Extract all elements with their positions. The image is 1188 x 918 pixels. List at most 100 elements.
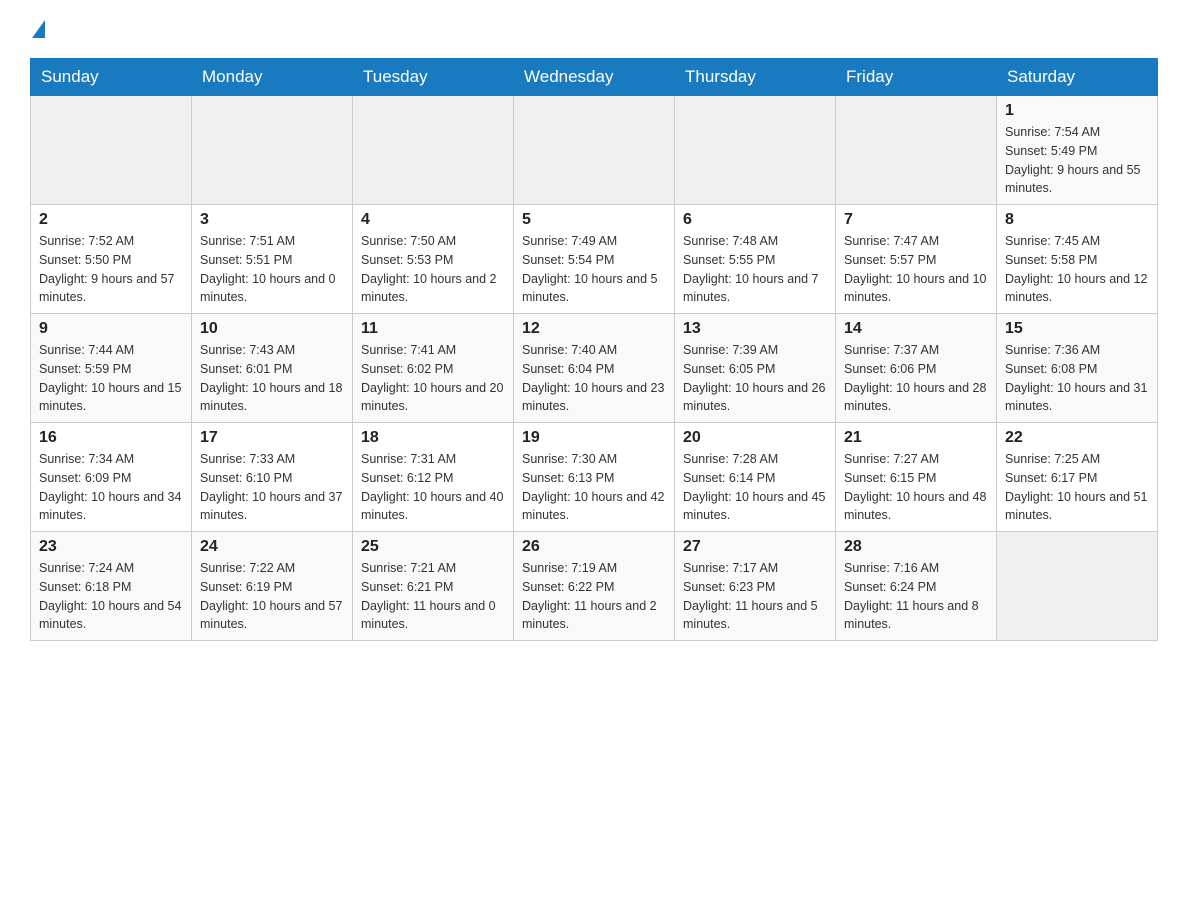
day-info: Sunrise: 7:21 AM Sunset: 6:21 PM Dayligh… xyxy=(361,559,505,634)
day-number: 24 xyxy=(200,538,344,556)
calendar-cell: 17 Sunrise: 7:33 AM Sunset: 6:10 PM Dayli… xyxy=(192,423,353,532)
page-header xyxy=(30,20,1158,38)
day-info: Sunrise: 7:40 AM Sunset: 6:04 PM Dayligh… xyxy=(522,341,666,416)
calendar-cell: 14 Sunrise: 7:37 AM Sunset: 6:06 PM Dayli… xyxy=(836,314,997,423)
day-info: Sunrise: 7:41 AM Sunset: 6:02 PM Dayligh… xyxy=(361,341,505,416)
logo xyxy=(30,20,45,38)
calendar-week-3: 9 Sunrise: 7:44 AM Sunset: 5:59 PM Daylig… xyxy=(31,314,1158,423)
day-number: 28 xyxy=(844,538,988,556)
day-number: 26 xyxy=(522,538,666,556)
day-info: Sunrise: 7:25 AM Sunset: 6:17 PM Dayligh… xyxy=(1005,450,1149,525)
day-info: Sunrise: 7:44 AM Sunset: 5:59 PM Dayligh… xyxy=(39,341,183,416)
calendar-cell xyxy=(997,532,1158,641)
day-number: 22 xyxy=(1005,429,1149,447)
day-header-saturday: Saturday xyxy=(997,59,1158,96)
calendar-cell: 11 Sunrise: 7:41 AM Sunset: 6:02 PM Dayli… xyxy=(353,314,514,423)
day-number: 7 xyxy=(844,211,988,229)
day-number: 13 xyxy=(683,320,827,338)
day-info: Sunrise: 7:37 AM Sunset: 6:06 PM Dayligh… xyxy=(844,341,988,416)
calendar-cell: 20Sunrise: 7:28 AM Sunset: 6:14 PM Dayli… xyxy=(675,423,836,532)
day-number: 5 xyxy=(522,211,666,229)
calendar-cell: 23 Sunrise: 7:24 AM Sunset: 6:18 PM Dayli… xyxy=(31,532,192,641)
calendar-cell xyxy=(675,96,836,205)
calendar-cell: 2 Sunrise: 7:52 AM Sunset: 5:50 PM Daylig… xyxy=(31,205,192,314)
day-number: 12 xyxy=(522,320,666,338)
day-number: 3 xyxy=(200,211,344,229)
day-info: Sunrise: 7:22 AM Sunset: 6:19 PM Dayligh… xyxy=(200,559,344,634)
day-number: 4 xyxy=(361,211,505,229)
day-number: 14 xyxy=(844,320,988,338)
calendar-cell: 9 Sunrise: 7:44 AM Sunset: 5:59 PM Daylig… xyxy=(31,314,192,423)
day-header-tuesday: Tuesday xyxy=(353,59,514,96)
day-info: Sunrise: 7:52 AM Sunset: 5:50 PM Dayligh… xyxy=(39,232,183,307)
day-info: Sunrise: 7:33 AM Sunset: 6:10 PM Dayligh… xyxy=(200,450,344,525)
day-info: Sunrise: 7:51 AM Sunset: 5:51 PM Dayligh… xyxy=(200,232,344,307)
calendar-cell: 26 Sunrise: 7:19 AM Sunset: 6:22 PM Dayli… xyxy=(514,532,675,641)
calendar-cell xyxy=(353,96,514,205)
calendar-cell xyxy=(514,96,675,205)
day-info: Sunrise: 7:16 AM Sunset: 6:24 PM Dayligh… xyxy=(844,559,988,634)
calendar-cell xyxy=(836,96,997,205)
day-number: 23 xyxy=(39,538,183,556)
day-info: Sunrise: 7:27 AM Sunset: 6:15 PM Dayligh… xyxy=(844,450,988,525)
day-info: Sunrise: 7:45 AM Sunset: 5:58 PM Dayligh… xyxy=(1005,232,1149,307)
calendar-cell: 7 Sunrise: 7:47 AM Sunset: 5:57 PM Daylig… xyxy=(836,205,997,314)
day-number: 27 xyxy=(683,538,827,556)
day-info: Sunrise: 7:30 AM Sunset: 6:13 PM Dayligh… xyxy=(522,450,666,525)
day-header-monday: Monday xyxy=(192,59,353,96)
calendar-cell: 3 Sunrise: 7:51 AM Sunset: 5:51 PM Daylig… xyxy=(192,205,353,314)
day-info: Sunrise: 7:17 AM Sunset: 6:23 PM Dayligh… xyxy=(683,559,827,634)
day-info: Sunrise: 7:24 AM Sunset: 6:18 PM Dayligh… xyxy=(39,559,183,634)
day-number: 25 xyxy=(361,538,505,556)
calendar-week-5: 23 Sunrise: 7:24 AM Sunset: 6:18 PM Dayli… xyxy=(31,532,1158,641)
day-info: Sunrise: 7:19 AM Sunset: 6:22 PM Dayligh… xyxy=(522,559,666,634)
day-info: Sunrise: 7:31 AM Sunset: 6:12 PM Dayligh… xyxy=(361,450,505,525)
day-number: 16 xyxy=(39,429,183,447)
calendar-week-1: 1 Sunrise: 7:54 AM Sunset: 5:49 PM Daylig… xyxy=(31,96,1158,205)
calendar-cell: 4 Sunrise: 7:50 AM Sunset: 5:53 PM Daylig… xyxy=(353,205,514,314)
calendar-cell: 24 Sunrise: 7:22 AM Sunset: 6:19 PM Dayli… xyxy=(192,532,353,641)
day-number: 15 xyxy=(1005,320,1149,338)
day-info: Sunrise: 7:36 AM Sunset: 6:08 PM Dayligh… xyxy=(1005,341,1149,416)
day-number: 11 xyxy=(361,320,505,338)
calendar-cell: 10 Sunrise: 7:43 AM Sunset: 6:01 PM Dayli… xyxy=(192,314,353,423)
day-number: 17 xyxy=(200,429,344,447)
calendar-week-2: 2 Sunrise: 7:52 AM Sunset: 5:50 PM Daylig… xyxy=(31,205,1158,314)
day-number: 10 xyxy=(200,320,344,338)
calendar-cell: 13 Sunrise: 7:39 AM Sunset: 6:05 PM Dayli… xyxy=(675,314,836,423)
calendar-cell: 15 Sunrise: 7:36 AM Sunset: 6:08 PM Dayli… xyxy=(997,314,1158,423)
day-number: 1 xyxy=(1005,102,1149,120)
day-info: Sunrise: 7:48 AM Sunset: 5:55 PM Dayligh… xyxy=(683,232,827,307)
day-info: Sunrise: 7:34 AM Sunset: 6:09 PM Dayligh… xyxy=(39,450,183,525)
day-info: Sunrise: 7:47 AM Sunset: 5:57 PM Dayligh… xyxy=(844,232,988,307)
day-info: Sunrise: 7:49 AM Sunset: 5:54 PM Dayligh… xyxy=(522,232,666,307)
calendar-cell: 22 Sunrise: 7:25 AM Sunset: 6:17 PM Dayli… xyxy=(997,423,1158,532)
calendar-table: SundayMondayTuesdayWednesdayThursdayFrid… xyxy=(30,58,1158,641)
calendar-cell: 21 Sunrise: 7:27 AM Sunset: 6:15 PM Dayli… xyxy=(836,423,997,532)
day-number: 21 xyxy=(844,429,988,447)
calendar-cell: 19Sunrise: 7:30 AM Sunset: 6:13 PM Dayli… xyxy=(514,423,675,532)
day-info: Sunrise: 7:54 AM Sunset: 5:49 PM Dayligh… xyxy=(1005,123,1149,198)
day-info: Sunrise: 7:39 AM Sunset: 6:05 PM Dayligh… xyxy=(683,341,827,416)
day-number: 9 xyxy=(39,320,183,338)
calendar-cell: 5 Sunrise: 7:49 AM Sunset: 5:54 PM Daylig… xyxy=(514,205,675,314)
calendar-cell: 18 Sunrise: 7:31 AM Sunset: 6:12 PM Dayli… xyxy=(353,423,514,532)
calendar-cell: 27 Sunrise: 7:17 AM Sunset: 6:23 PM Dayli… xyxy=(675,532,836,641)
day-number: 18 xyxy=(361,429,505,447)
day-number: 8 xyxy=(1005,211,1149,229)
day-header-wednesday: Wednesday xyxy=(514,59,675,96)
calendar-cell xyxy=(31,96,192,205)
day-info: Sunrise: 7:43 AM Sunset: 6:01 PM Dayligh… xyxy=(200,341,344,416)
day-header-friday: Friday xyxy=(836,59,997,96)
day-number: 2 xyxy=(39,211,183,229)
calendar-cell: 28 Sunrise: 7:16 AM Sunset: 6:24 PM Dayli… xyxy=(836,532,997,641)
day-info: Sunrise: 7:28 AM Sunset: 6:14 PM Dayligh… xyxy=(683,450,827,525)
day-info: Sunrise: 7:50 AM Sunset: 5:53 PM Dayligh… xyxy=(361,232,505,307)
calendar-cell: 16 Sunrise: 7:34 AM Sunset: 6:09 PM Dayli… xyxy=(31,423,192,532)
calendar-cell: 12 Sunrise: 7:40 AM Sunset: 6:04 PM Dayli… xyxy=(514,314,675,423)
calendar-week-4: 16 Sunrise: 7:34 AM Sunset: 6:09 PM Dayli… xyxy=(31,423,1158,532)
calendar-cell xyxy=(192,96,353,205)
day-header-thursday: Thursday xyxy=(675,59,836,96)
day-number: 6 xyxy=(683,211,827,229)
calendar-cell: 1 Sunrise: 7:54 AM Sunset: 5:49 PM Daylig… xyxy=(997,96,1158,205)
